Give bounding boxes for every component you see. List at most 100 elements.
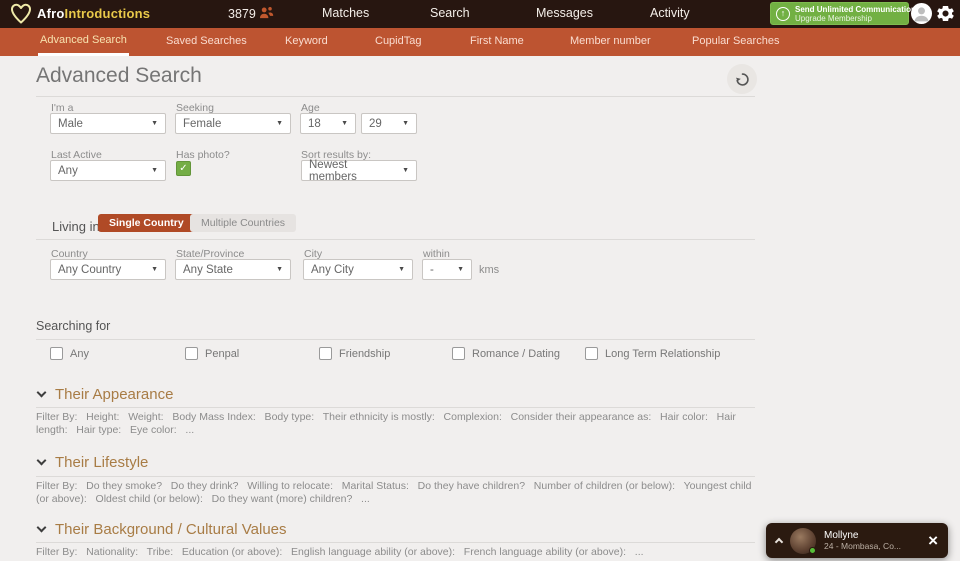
- reset-icon: [735, 72, 749, 86]
- tab-saved-searches[interactable]: Saved Searches: [164, 28, 249, 56]
- nav-matches[interactable]: Matches: [322, 6, 369, 20]
- nav-messages[interactable]: Messages: [536, 6, 593, 20]
- upgrade-membership-button[interactable]: ↑ Send Unlimited Communications Upgrade …: [770, 2, 920, 25]
- tab-advanced-search[interactable]: Advanced Search: [38, 28, 129, 56]
- checkbox-icon[interactable]: [452, 347, 465, 360]
- check-icon: ✓: [179, 163, 188, 174]
- checkbox-long-term-label: Long Term Relationship: [605, 347, 721, 360]
- section-their-appearance[interactable]: Their Appearance: [36, 386, 174, 403]
- checkbox-penpal[interactable]: Penpal: [185, 347, 239, 360]
- im-a-select[interactable]: Male ▼: [50, 113, 166, 134]
- divider: [36, 96, 755, 97]
- age-from-select[interactable]: 18 ▼: [300, 113, 356, 134]
- tab-popular-searches[interactable]: Popular Searches: [690, 28, 781, 56]
- tab-first-name[interactable]: First Name: [468, 28, 526, 56]
- nav-search[interactable]: Search: [430, 6, 470, 20]
- gear-icon[interactable]: [935, 3, 956, 24]
- state-value: Any State: [183, 263, 233, 276]
- chat-user-name: Mollyne: [824, 529, 859, 541]
- divider: [36, 542, 755, 543]
- checkbox-any-label: Any: [70, 347, 89, 360]
- last-active-value: Any: [58, 164, 78, 177]
- page-title: Advanced Search: [36, 64, 202, 87]
- checkbox-icon[interactable]: [50, 347, 63, 360]
- upgrade-button-text: Send Unlimited Communications Upgrade Me…: [795, 5, 920, 23]
- checkbox-any[interactable]: Any: [50, 347, 89, 360]
- country-select[interactable]: Any Country ▼: [50, 259, 166, 280]
- caret-down-icon: ▼: [151, 266, 158, 273]
- nav-activity[interactable]: Activity: [650, 6, 690, 20]
- chevron-down-icon: [36, 455, 47, 466]
- tab-member-number[interactable]: Member number: [568, 28, 653, 56]
- chevron-down-icon: [36, 522, 47, 533]
- heart-logo-icon[interactable]: [9, 2, 33, 31]
- chat-widget[interactable]: Mollyne 24 - Mombasa, Co... ×: [766, 523, 948, 558]
- has-photo-checkbox[interactable]: ✓: [176, 161, 191, 176]
- checkbox-icon[interactable]: [319, 347, 332, 360]
- caret-down-icon: ▼: [151, 167, 158, 174]
- country-value: Any Country: [58, 263, 122, 276]
- chevron-up-icon[interactable]: [774, 537, 784, 547]
- background-filters-summary: Filter By: Nationality: Tribe: Education…: [36, 546, 644, 558]
- caret-down-icon: ▼: [151, 120, 158, 127]
- single-country-button[interactable]: Single Country: [98, 214, 195, 232]
- last-active-select[interactable]: Any ▼: [50, 160, 166, 181]
- caret-down-icon: ▼: [402, 167, 409, 174]
- upgrade-arrow-icon: ↑: [776, 6, 790, 21]
- sort-results-select[interactable]: Newest members ▼: [301, 158, 417, 183]
- checkbox-icon[interactable]: [185, 347, 198, 360]
- divider: [36, 239, 755, 240]
- has-photo-label: Has photo?: [176, 149, 230, 161]
- city-value: Any City: [311, 263, 354, 276]
- age-to-value: 29: [369, 117, 382, 130]
- checkbox-penpal-label: Penpal: [205, 347, 240, 360]
- upgrade-line1: Send Unlimited Communications: [795, 4, 921, 14]
- chevron-down-icon: [36, 387, 47, 398]
- section-their-lifestyle[interactable]: Their Lifestyle: [36, 454, 149, 471]
- section-title: Their Lifestyle: [55, 454, 149, 471]
- caret-down-icon: ▼: [398, 266, 405, 273]
- online-count-value: 3879: [228, 7, 256, 21]
- multiple-countries-button[interactable]: Multiple Countries: [190, 214, 297, 232]
- kms-label: kms: [479, 264, 500, 276]
- section-title: Their Background / Cultural Values: [55, 521, 287, 538]
- caret-down-icon: ▼: [276, 266, 283, 273]
- im-a-value: Male: [58, 117, 83, 130]
- living-in-label: Living in: [52, 219, 100, 234]
- checkbox-friendship-label: Friendship: [339, 347, 391, 360]
- checkbox-long-term[interactable]: Long Term Relationship: [585, 347, 720, 360]
- state-select[interactable]: Any State ▼: [175, 259, 291, 280]
- chat-user-info[interactable]: Mollyne 24 - Mombasa, Co...: [824, 530, 901, 552]
- checkbox-icon[interactable]: [585, 347, 598, 360]
- checkbox-romance-dating[interactable]: Romance / Dating: [452, 347, 560, 360]
- seeking-value: Female: [183, 117, 222, 130]
- section-their-background[interactable]: Their Background / Cultural Values: [36, 521, 287, 538]
- city-select[interactable]: Any City ▼: [303, 259, 413, 280]
- online-members-count[interactable]: 3879: [228, 6, 274, 22]
- brand-logo[interactable]: AfroIntroductions: [37, 6, 150, 21]
- within-select[interactable]: - ▼: [422, 259, 472, 280]
- person-icon: [914, 7, 929, 22]
- chat-avatar[interactable]: [790, 527, 816, 554]
- within-value: -: [430, 263, 434, 276]
- section-title: Their Appearance: [55, 386, 174, 403]
- age-from-value: 18: [308, 117, 321, 130]
- close-icon[interactable]: ×: [928, 532, 938, 549]
- seeking-select[interactable]: Female ▼: [175, 113, 291, 134]
- tab-cupidtag[interactable]: CupidTag: [373, 28, 423, 56]
- divider: [36, 339, 755, 340]
- search-tabs-bar: Advanced Search Saved Searches Keyword C…: [0, 28, 960, 56]
- sort-results-value: Newest members: [309, 158, 357, 183]
- brand-introductions: Introductions: [64, 6, 151, 21]
- divider: [36, 476, 755, 477]
- appearance-filters-summary: Filter By: Height: Weight: Body Mass Ind…: [36, 411, 739, 436]
- caret-down-icon: ▼: [457, 266, 464, 273]
- reset-search-button[interactable]: [727, 64, 757, 94]
- age-to-select[interactable]: 29 ▼: [361, 113, 417, 134]
- chat-user-details: 24 - Mombasa, Co...: [824, 540, 902, 551]
- searching-for-label: Searching for: [36, 319, 111, 333]
- profile-avatar[interactable]: [911, 3, 932, 24]
- tab-keyword[interactable]: Keyword: [283, 28, 330, 56]
- divider: [36, 407, 755, 408]
- checkbox-friendship[interactable]: Friendship: [319, 347, 390, 360]
